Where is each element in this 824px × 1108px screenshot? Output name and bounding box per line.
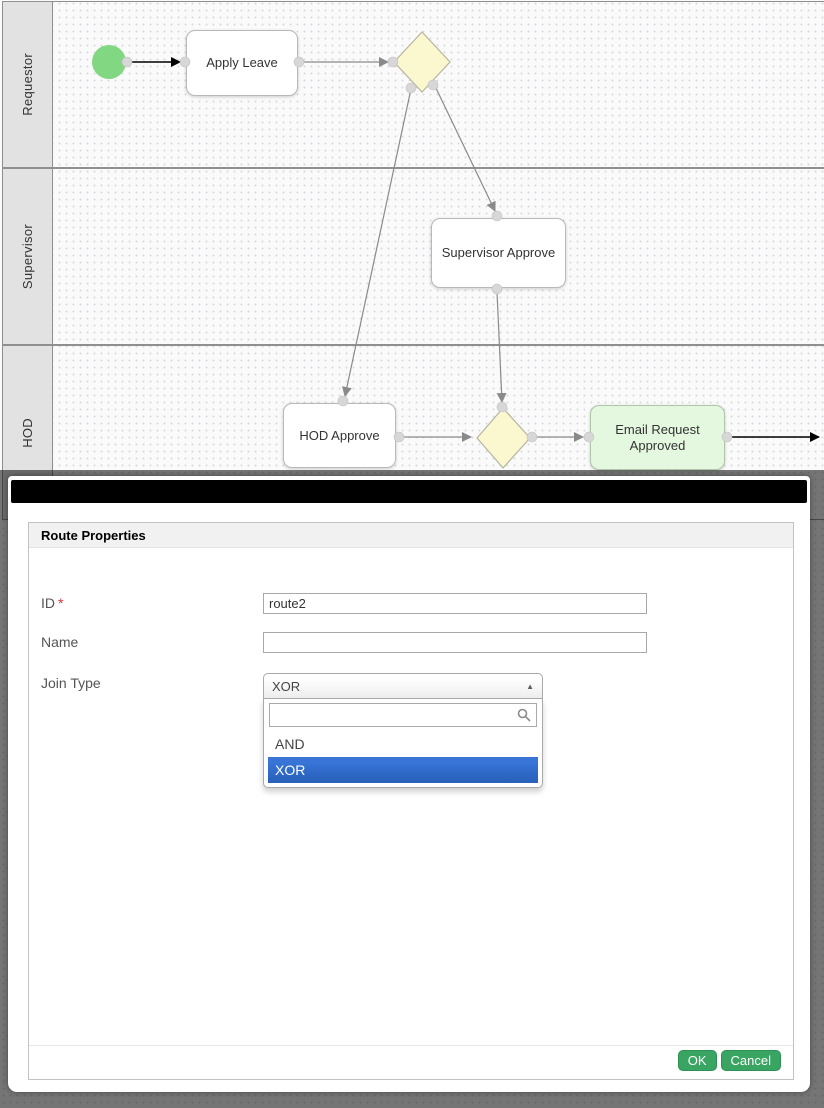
join-type-selected[interactable]: XOR ▲: [263, 673, 543, 699]
lane-label: Supervisor: [20, 224, 35, 289]
route-properties-groupbox: Route Properties ID* Name Join Type XOR …: [28, 522, 794, 1080]
lane-supervisor[interactable]: Supervisor: [2, 168, 824, 345]
join-type-drop: AND XOR: [263, 699, 543, 788]
start-event-node[interactable]: [92, 45, 126, 79]
groupbox-title: Route Properties: [29, 523, 793, 548]
join-type-dropdown: XOR ▲ AND XOR: [263, 673, 543, 788]
dropdown-search-input[interactable]: [269, 703, 537, 727]
task-label: HOD Approve: [299, 428, 379, 444]
dropdown-search: [264, 699, 542, 727]
footer-divider: [29, 1045, 793, 1046]
lane-requestor-header[interactable]: Requestor: [3, 2, 53, 167]
name-field[interactable]: [263, 632, 647, 653]
id-label: ID*: [41, 593, 63, 613]
task-label: Email Request Approved: [595, 422, 720, 454]
search-icon: [517, 708, 531, 722]
dropdown-option-and[interactable]: AND: [268, 731, 538, 757]
lane-supervisor-header[interactable]: Supervisor: [3, 169, 53, 344]
join-type-label: Join Type: [41, 673, 101, 693]
task-node-supervisor-approve[interactable]: Supervisor Approve: [431, 218, 566, 288]
task-node-email-request-approved[interactable]: Email Request Approved: [590, 405, 725, 470]
name-label: Name: [41, 632, 78, 652]
task-node-hod-approve[interactable]: HOD Approve: [283, 403, 396, 468]
lane-label: Requestor: [20, 53, 35, 116]
required-asterisk: *: [58, 595, 63, 611]
dropdown-option-xor[interactable]: XOR: [268, 757, 538, 783]
task-label: Apply Leave: [206, 55, 278, 71]
cancel-button[interactable]: Cancel: [721, 1050, 781, 1071]
task-label: Supervisor Approve: [442, 245, 555, 261]
dropdown-options: AND XOR: [268, 731, 538, 783]
route-properties-dialog: Route Properties ID* Name Join Type XOR …: [8, 476, 810, 1092]
id-field[interactable]: [263, 593, 647, 614]
join-type-selected-value: XOR: [272, 679, 300, 694]
button-row: OK Cancel: [678, 1050, 781, 1071]
task-node-apply-leave[interactable]: Apply Leave: [186, 30, 298, 96]
lane-label: HOD: [20, 418, 35, 448]
ok-button[interactable]: OK: [678, 1050, 717, 1071]
chevron-up-icon: ▲: [526, 682, 534, 691]
dialog-titlebar[interactable]: [11, 480, 807, 503]
lane-requestor[interactable]: Requestor: [2, 1, 824, 168]
